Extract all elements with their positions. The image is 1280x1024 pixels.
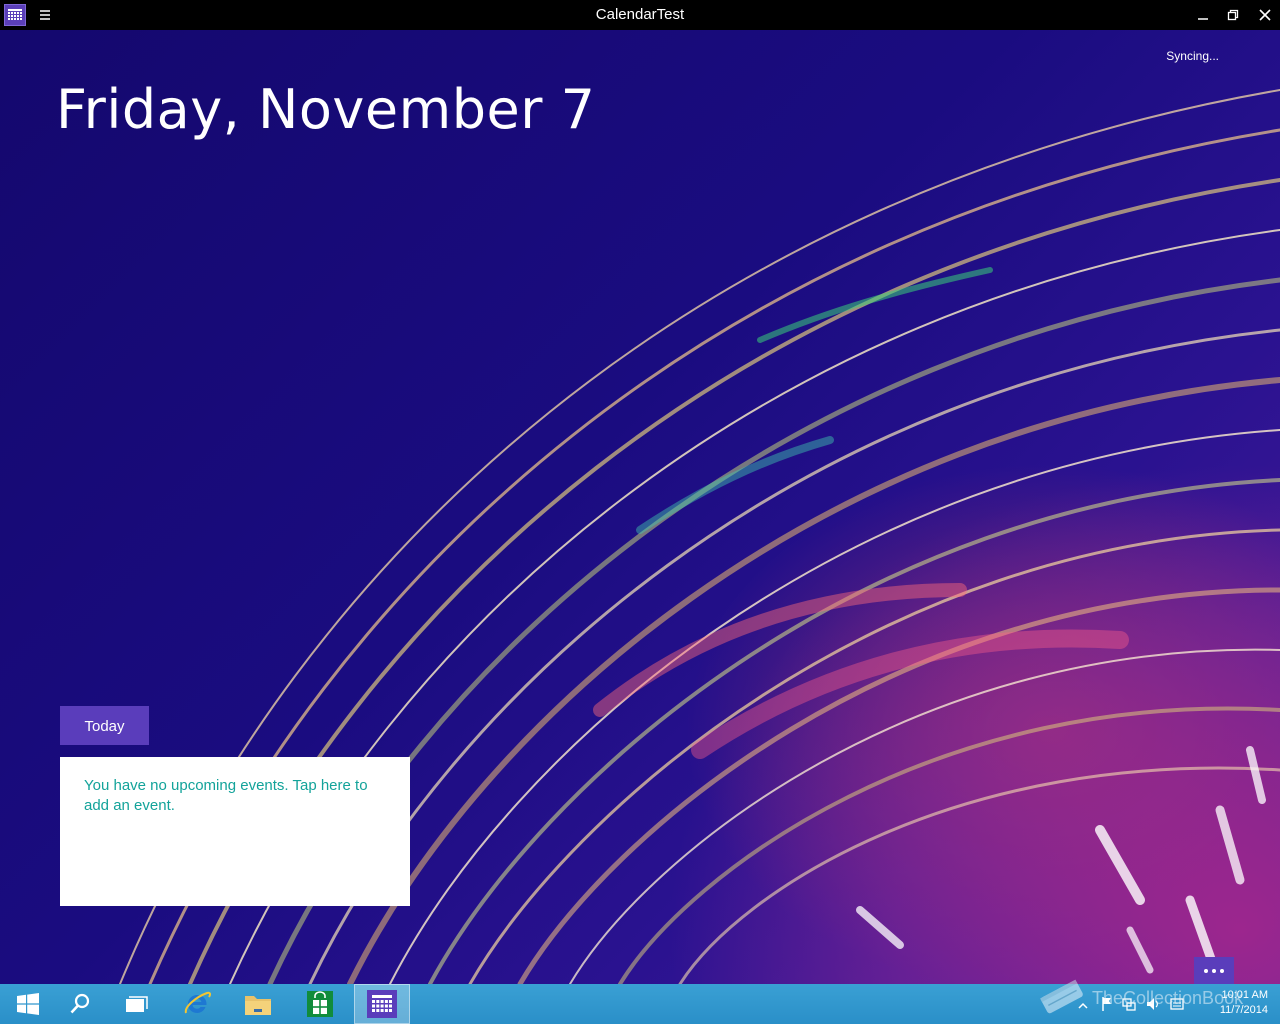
date-heading: Friday, November 7 bbox=[56, 78, 596, 141]
more-options-button[interactable] bbox=[1194, 957, 1234, 984]
calendar-app-icon bbox=[4, 4, 26, 26]
desktop-screen: CalendarTest Syncing... Friday, November… bbox=[0, 0, 1280, 1024]
taskbar: 10:01 AM 11/7/2014 bbox=[0, 984, 1280, 1024]
network-icon[interactable] bbox=[1122, 996, 1136, 1012]
minimize-icon bbox=[1198, 18, 1208, 20]
upcoming-events-card[interactable]: You have no upcoming events. Tap here to… bbox=[60, 757, 410, 906]
taskbar-clock[interactable]: 10:01 AM 11/7/2014 bbox=[1220, 988, 1268, 1018]
no-events-message[interactable]: You have no upcoming events. Tap here to… bbox=[84, 776, 386, 816]
system-tray: 10:01 AM 11/7/2014 bbox=[1060, 984, 1280, 1024]
ellipsis-icon bbox=[1204, 968, 1224, 973]
title-bar: CalendarTest bbox=[0, 0, 1280, 30]
close-icon bbox=[1259, 9, 1271, 21]
store-icon bbox=[307, 991, 333, 1017]
restore-icon bbox=[1227, 9, 1239, 21]
store-button[interactable] bbox=[292, 984, 348, 1024]
calendar-icon bbox=[367, 990, 397, 1018]
minimize-button[interactable] bbox=[1188, 0, 1218, 30]
hamburger-menu-icon[interactable] bbox=[36, 8, 54, 22]
volume-icon[interactable] bbox=[1146, 996, 1160, 1012]
search-button[interactable] bbox=[52, 984, 108, 1024]
sync-status: Syncing... bbox=[1166, 49, 1219, 63]
chevron-up-icon[interactable] bbox=[1076, 998, 1090, 1014]
internet-explorer-button[interactable] bbox=[169, 984, 225, 1024]
action-center-icon[interactable] bbox=[1170, 996, 1184, 1012]
task-view-button[interactable] bbox=[108, 984, 164, 1024]
close-button[interactable] bbox=[1250, 0, 1280, 30]
task-view-icon bbox=[126, 996, 148, 1012]
search-icon bbox=[70, 993, 90, 1014]
clock-time: 10:01 AM bbox=[1221, 989, 1268, 1001]
calendar-test-taskbar-button[interactable] bbox=[354, 984, 410, 1024]
today-button[interactable]: Today bbox=[60, 706, 149, 745]
clock-date: 11/7/2014 bbox=[1219, 1004, 1268, 1016]
internet-explorer-icon bbox=[184, 991, 212, 1014]
window-title: CalendarTest bbox=[595, 6, 685, 23]
folder-icon bbox=[245, 996, 271, 1015]
file-explorer-button[interactable] bbox=[230, 984, 286, 1024]
flag-icon[interactable] bbox=[1100, 996, 1114, 1012]
restore-button[interactable] bbox=[1218, 0, 1248, 30]
windows-logo-icon bbox=[17, 993, 39, 1015]
start-button[interactable] bbox=[0, 984, 56, 1024]
